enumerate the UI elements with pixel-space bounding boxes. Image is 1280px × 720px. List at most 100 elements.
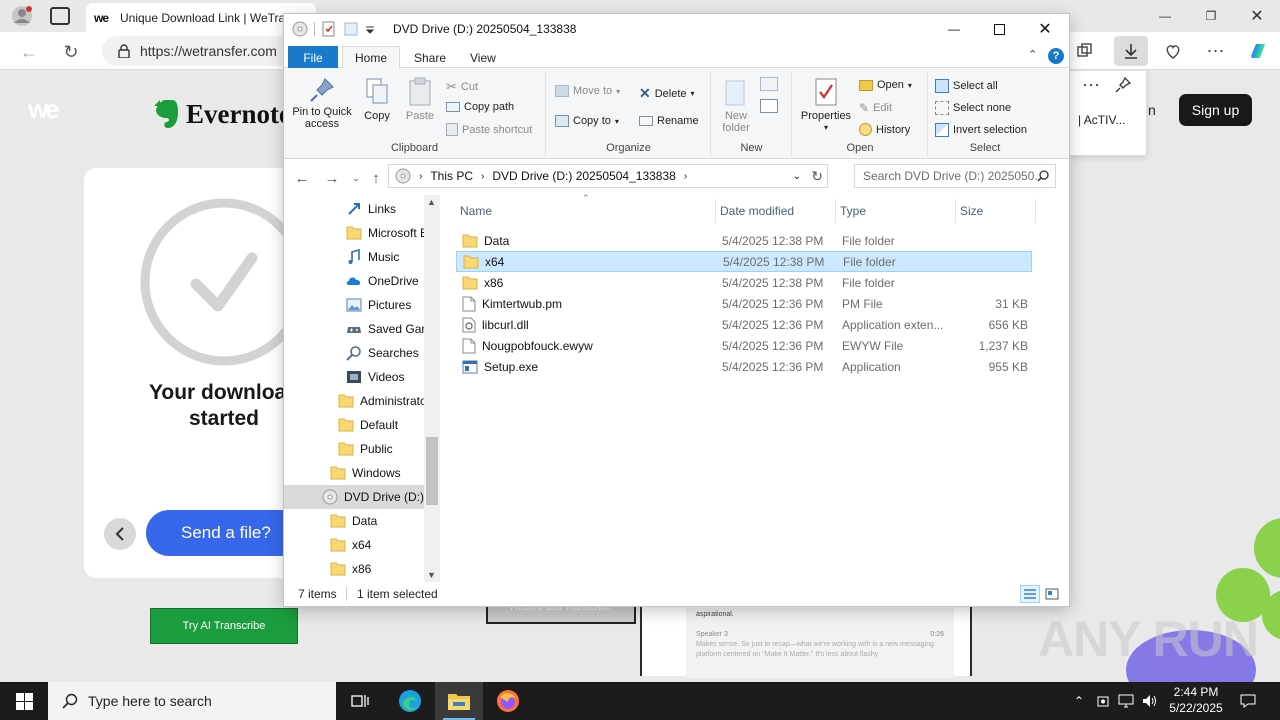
help-icon[interactable]: ?: [1048, 48, 1064, 64]
firefox-taskbar-icon[interactable]: [484, 682, 532, 720]
edge-taskbar-icon[interactable]: [386, 682, 434, 720]
taskbar-search[interactable]: Type here to search: [48, 682, 336, 720]
easy-access-icon[interactable]: [760, 99, 778, 113]
path-bar[interactable]: › This PC › DVD Drive (D:) 20250504_1338…: [388, 164, 828, 188]
copy-path-button[interactable]: Copy path: [446, 101, 514, 113]
nav-item[interactable]: OneDrive: [284, 269, 424, 293]
breadcrumb-this-pc[interactable]: This PC: [430, 169, 473, 183]
scroll-up-icon[interactable]: ▲: [427, 197, 436, 207]
minimize-button[interactable]: —: [931, 14, 977, 44]
file-row[interactable]: Nougpobfouck.ewyw 5/4/2025 12:36 PM EWYW F…: [456, 335, 1032, 356]
tab-actions-icon[interactable]: [50, 7, 70, 25]
path-dropdown-icon[interactable]: ⌄: [793, 171, 801, 182]
downloads-icon[interactable]: [1114, 36, 1148, 66]
browser-minimize-button[interactable]: —: [1142, 0, 1188, 32]
paste-button[interactable]: Paste: [402, 77, 438, 122]
collections-icon[interactable]: [1072, 39, 1098, 63]
column-name[interactable]: Name: [456, 199, 716, 223]
nav-item[interactable]: Microsoft Edge: [284, 221, 424, 245]
new-item-icon[interactable]: [760, 77, 778, 91]
nav-item[interactable]: x64: [284, 533, 424, 557]
path-refresh-icon[interactable]: ↻: [811, 168, 823, 185]
select-none-button[interactable]: Select none: [935, 101, 1011, 115]
paste-shortcut-button[interactable]: Paste shortcut: [446, 123, 532, 136]
column-date-modified[interactable]: Date modified: [716, 199, 836, 223]
nav-item[interactable]: DVD Drive (D:) 20250504_133838: [284, 485, 424, 509]
browser-restore-button[interactable]: ❐: [1188, 0, 1234, 32]
rename-button[interactable]: Rename: [639, 115, 699, 127]
column-type[interactable]: Type: [836, 199, 956, 223]
nav-item[interactable]: Windows: [284, 461, 424, 485]
qat-dropdown-icon[interactable]: [365, 21, 375, 37]
open-button[interactable]: Open ▾: [859, 79, 912, 91]
nav-item[interactable]: Music: [284, 245, 424, 269]
pin-icon[interactable]: [1110, 73, 1136, 97]
nav-item[interactable]: Videos: [284, 365, 424, 389]
try-ai-transcribe-button[interactable]: Try AI Transcribe: [150, 608, 298, 644]
close-button[interactable]: ✕: [1022, 14, 1068, 44]
notification-icon[interactable]: [1234, 682, 1262, 720]
invert-selection-button[interactable]: Invert selection: [935, 123, 1027, 137]
browser-close-button[interactable]: ✕: [1234, 0, 1280, 32]
search-box[interactable]: Search DVD Drive (D:) 2025050...: [854, 164, 1056, 188]
address-bar[interactable]: https://wetransfer.com: [102, 36, 302, 66]
file-row[interactable]: libcurl.dll 5/4/2025 12:36 PM Application …: [456, 314, 1032, 335]
browser-tab[interactable]: we Unique Download Link | WeTransfer: [86, 3, 316, 32]
scroll-down-icon[interactable]: ▼: [427, 570, 436, 580]
details-view-icon[interactable]: [1020, 585, 1040, 603]
back-icon[interactable]: ←: [292, 169, 312, 187]
new-folder-qat-icon[interactable]: [343, 21, 359, 37]
delete-button[interactable]: ✕ Delete ▾: [639, 85, 695, 102]
profile-avatar[interactable]: [10, 5, 34, 27]
maximize-button[interactable]: [976, 14, 1022, 44]
popup-more-icon[interactable]: ⋯: [1078, 73, 1104, 97]
large-icons-view-icon[interactable]: [1042, 585, 1062, 603]
properties-button[interactable]: Properties ▾: [797, 77, 855, 134]
scroll-thumb[interactable]: [426, 437, 438, 505]
nav-item[interactable]: Pictures: [284, 293, 424, 317]
nav-item[interactable]: Searches: [284, 341, 424, 365]
select-all-button[interactable]: Select all: [935, 79, 998, 93]
recent-locations-icon[interactable]: ⌄: [346, 169, 366, 187]
pin-quick-access-button[interactable]: Pin to Quick access: [290, 77, 354, 130]
tab-view[interactable]: View: [458, 47, 508, 69]
breadcrumb-dvd-drive[interactable]: DVD Drive (D:) 20250504_133838: [492, 169, 675, 183]
ribbon-collapse-icon[interactable]: ⌃: [1028, 48, 1037, 61]
nav-item[interactable]: Administrator: [284, 389, 424, 413]
evernote-brand[interactable]: Evernote: [152, 98, 291, 130]
new-folder-button[interactable]: New folder: [716, 77, 756, 134]
nav-scrollbar[interactable]: ▲ ▼: [424, 195, 440, 582]
nav-item[interactable]: Saved Games: [284, 317, 424, 341]
back-arrow-icon[interactable]: ←: [18, 41, 40, 63]
nav-item[interactable]: x86: [284, 557, 424, 581]
copilot-icon[interactable]: [1245, 39, 1271, 63]
file-row[interactable]: x86 5/4/2025 12:38 PM File folder: [456, 272, 1032, 293]
volume-icon[interactable]: [1140, 682, 1160, 720]
browser-essentials-icon[interactable]: [1160, 39, 1186, 63]
sign-up-button[interactable]: Sign up: [1179, 94, 1252, 126]
start-button[interactable]: [0, 682, 48, 720]
cut-button[interactable]: ✂ Cut: [446, 79, 478, 95]
file-row[interactable]: Kimtertwub.pm 5/4/2025 12:36 PM PM File 31 …: [456, 293, 1032, 314]
nav-item[interactable]: Default: [284, 413, 424, 437]
network-icon[interactable]: [1116, 682, 1136, 720]
properties-qat-icon[interactable]: [321, 21, 337, 37]
tab-home[interactable]: Home: [342, 46, 401, 69]
up-icon[interactable]: ↑: [366, 169, 386, 187]
column-size[interactable]: Size: [956, 199, 1036, 223]
forward-icon[interactable]: →: [322, 169, 342, 187]
file-row[interactable]: x64 5/4/2025 12:38 PM File folder: [456, 251, 1032, 272]
tray-app-icon[interactable]: [1094, 682, 1112, 720]
send-file-button[interactable]: Send a file?: [146, 510, 306, 556]
history-button[interactable]: History: [859, 123, 910, 136]
show-hidden-icons-icon[interactable]: ⌃: [1070, 682, 1088, 720]
edit-button[interactable]: ✎ Edit: [859, 101, 892, 115]
tab-share[interactable]: Share: [402, 47, 458, 69]
nav-item[interactable]: Public: [284, 437, 424, 461]
file-row[interactable]: Setup.exe 5/4/2025 12:36 PM Application 955…: [456, 356, 1032, 377]
system-clock[interactable]: 2:44 PM 5/22/2025: [1164, 684, 1228, 716]
file-row[interactable]: Data 5/4/2025 12:38 PM File folder: [456, 230, 1032, 251]
refresh-icon[interactable]: ↻: [60, 41, 82, 63]
copy-button[interactable]: Copy: [360, 77, 394, 122]
nav-item[interactable]: Links: [284, 197, 424, 221]
